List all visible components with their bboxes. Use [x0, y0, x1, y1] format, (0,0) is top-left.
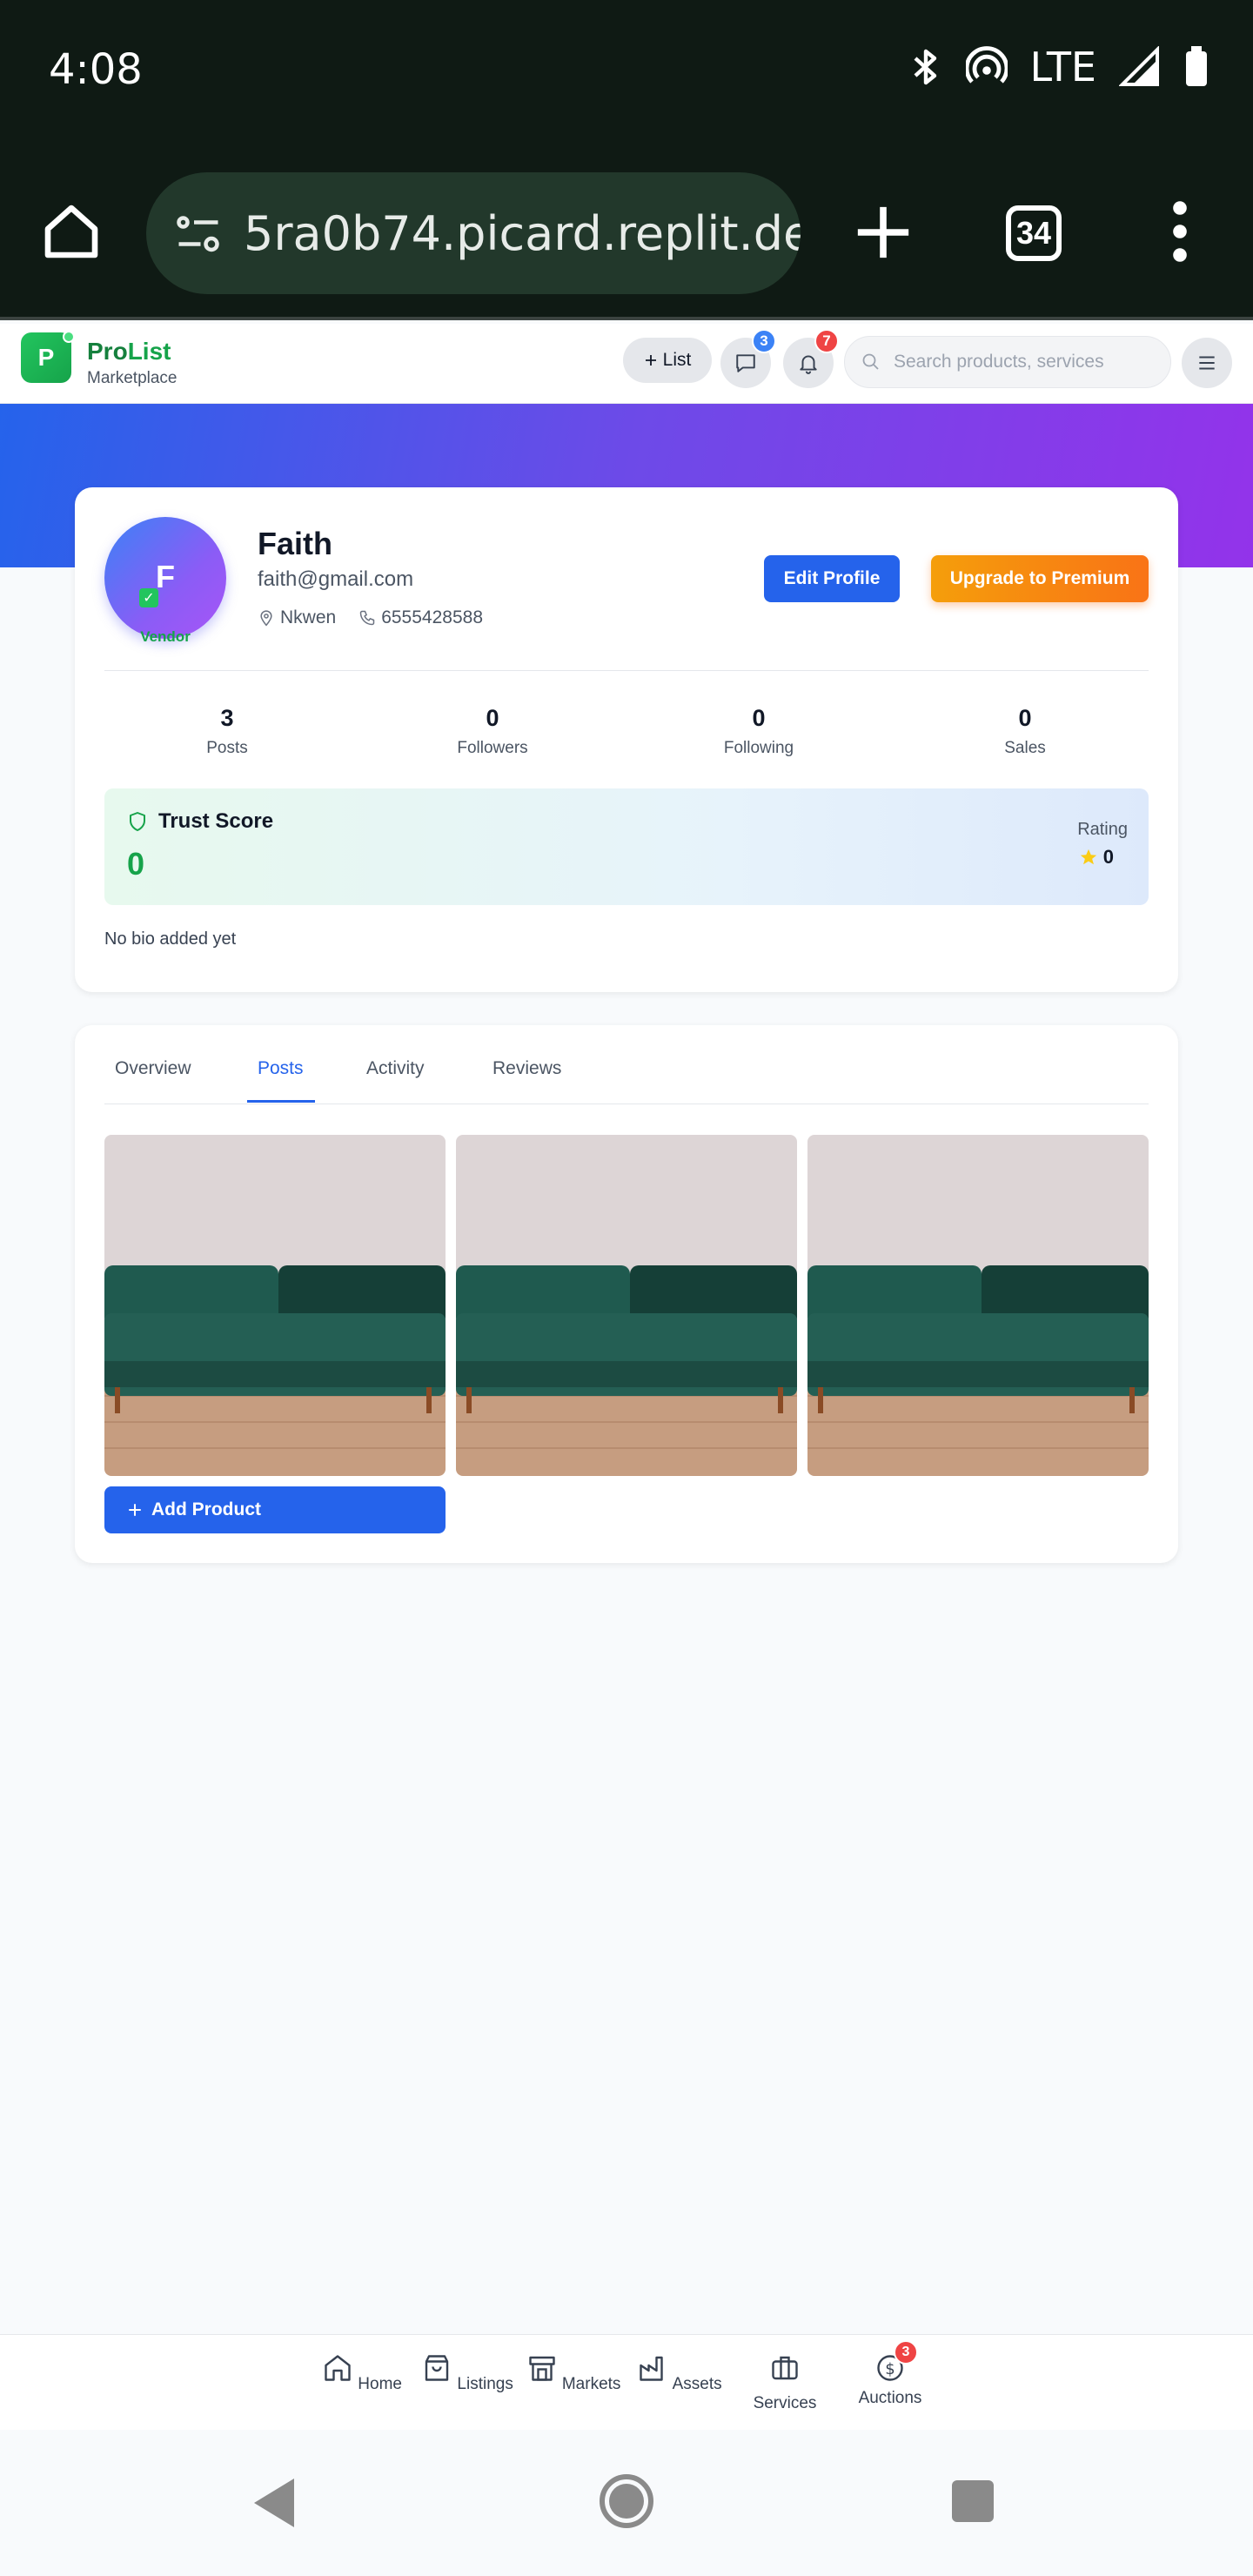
post-thumbnail[interactable] [104, 1135, 446, 1476]
post-thumbnail[interactable] [807, 1135, 1149, 1476]
url-text: 5ra0b74.picard.replit.dev [244, 205, 801, 261]
tab-overview[interactable]: Overview [115, 1058, 191, 1079]
profile-email: faith@gmail.com [258, 567, 414, 591]
home-circle-icon[interactable] [599, 2473, 654, 2529]
network-type: LTE [1029, 44, 1096, 91]
tab-activity[interactable]: Activity [366, 1058, 425, 1079]
bottom-nav: Home Listings Markets Assets Services $ … [0, 2334, 1253, 2430]
phone: 6555428588 [358, 607, 483, 628]
hotspot-icon [965, 46, 1008, 84]
shopping-bag-icon [425, 2355, 449, 2381]
android-nav-bar [0, 2430, 1253, 2576]
factory-icon [640, 2356, 664, 2381]
messages-badge: 3 [752, 329, 776, 353]
notifications-badge: 7 [814, 329, 839, 353]
home-icon [325, 2355, 351, 2381]
location: Nkwen [258, 607, 336, 628]
rating-label: Rating [1077, 820, 1128, 839]
search-bar[interactable] [844, 336, 1171, 388]
location-pin-icon [260, 610, 272, 627]
battery-icon [1186, 46, 1207, 86]
bluetooth-icon [914, 49, 936, 85]
more-options-icon[interactable] [1171, 200, 1189, 263]
sofa-image [807, 1135, 1149, 1476]
divider [104, 670, 1149, 671]
verified-check-icon: ✓ [139, 588, 158, 607]
trust-score-value: 0 [127, 846, 145, 882]
posts-card: Overview Posts Activity Reviews Add Prod… [75, 1025, 1178, 1563]
plus-icon [129, 1504, 141, 1516]
phone-icon [359, 610, 375, 626]
rating-value: 0 [1079, 846, 1114, 869]
tab-reviews[interactable]: Reviews [492, 1058, 561, 1079]
recents-icon[interactable] [950, 2479, 995, 2524]
messages-button[interactable]: 3 [720, 329, 776, 388]
sofa-image [104, 1135, 446, 1476]
back-icon[interactable] [252, 2477, 298, 2529]
star-icon [1080, 849, 1096, 865]
tab-posts[interactable]: Posts [258, 1058, 304, 1079]
stat-sales[interactable]: 0 Sales [938, 705, 1112, 758]
search-icon [862, 353, 879, 370]
home-icon[interactable] [40, 200, 103, 263]
add-product-button[interactable]: Add Product [104, 1486, 446, 1533]
nav-auctions[interactable]: $ 3 Auctions [842, 2340, 938, 2408]
trust-score-panel: Trust Score 0 Rating 0 [104, 788, 1149, 905]
bio-text: No bio added yet [104, 929, 237, 949]
status-bar: 4:08 LTE [0, 0, 1253, 146]
nav-markets[interactable]: Markets [526, 2352, 621, 2394]
plus-icon [645, 355, 656, 366]
create-listing-button[interactable]: List [623, 338, 712, 383]
logo-status-dot [63, 331, 75, 343]
browser-toolbar: 5ra0b74.picard.replit.dev 34 [0, 146, 1253, 320]
stat-posts[interactable]: 3 Posts [140, 705, 314, 758]
stat-followers[interactable]: 0 Followers [405, 705, 580, 758]
tab-switcher-button[interactable]: 34 [1006, 205, 1062, 261]
trust-score-title: Trust Score [127, 809, 273, 834]
edit-profile-button[interactable]: Edit Profile [764, 555, 900, 602]
message-icon [736, 354, 755, 372]
new-tab-icon[interactable] [853, 202, 914, 263]
app-header: P ProList Marketplace List 3 7 [0, 324, 1253, 404]
menu-button[interactable] [1182, 338, 1232, 388]
nav-services[interactable]: Services [737, 2352, 833, 2413]
avatar[interactable]: F ✓ [104, 517, 226, 639]
hamburger-icon [1199, 356, 1215, 370]
vendor-label: Vendor [140, 628, 191, 645]
post-thumbnail[interactable] [456, 1135, 797, 1476]
shield-icon [130, 812, 145, 831]
url-bar[interactable]: 5ra0b74.picard.replit.dev [146, 172, 801, 294]
site-settings-icon[interactable] [172, 207, 224, 259]
status-time: 4:08 [49, 45, 143, 94]
auctions-badge: 3 [894, 2340, 918, 2365]
avatar-letter: F [156, 559, 175, 594]
profile-meta: Nkwen 6555428588 [258, 607, 506, 628]
briefcase-icon [772, 2356, 798, 2380]
stat-following[interactable]: 0 Following [672, 705, 846, 758]
bell-icon [800, 355, 817, 374]
active-tab-indicator [247, 1100, 315, 1103]
svg-text:$: $ [885, 2360, 895, 2378]
brand-subtitle: Marketplace [87, 369, 178, 387]
profile-card: F ✓ Vendor Faith faith@gmail.com Nkwen 6… [75, 487, 1178, 992]
signal-icon [1119, 46, 1159, 86]
brand-name[interactable]: ProList [87, 338, 171, 366]
store-icon [528, 2356, 555, 2381]
upgrade-premium-button[interactable]: Upgrade to Premium [931, 555, 1149, 602]
nav-listings[interactable]: Listings [419, 2352, 515, 2394]
auctions-icon-wrap: $ 3 [874, 2340, 918, 2384]
sofa-image [456, 1135, 797, 1476]
nav-assets[interactable]: Assets [632, 2352, 727, 2394]
search-input[interactable] [894, 352, 1155, 372]
notifications-button[interactable]: 7 [783, 329, 839, 388]
nav-home[interactable]: Home [314, 2352, 410, 2394]
status-icons: LTE [908, 44, 1209, 91]
profile-name: Faith [258, 526, 332, 561]
